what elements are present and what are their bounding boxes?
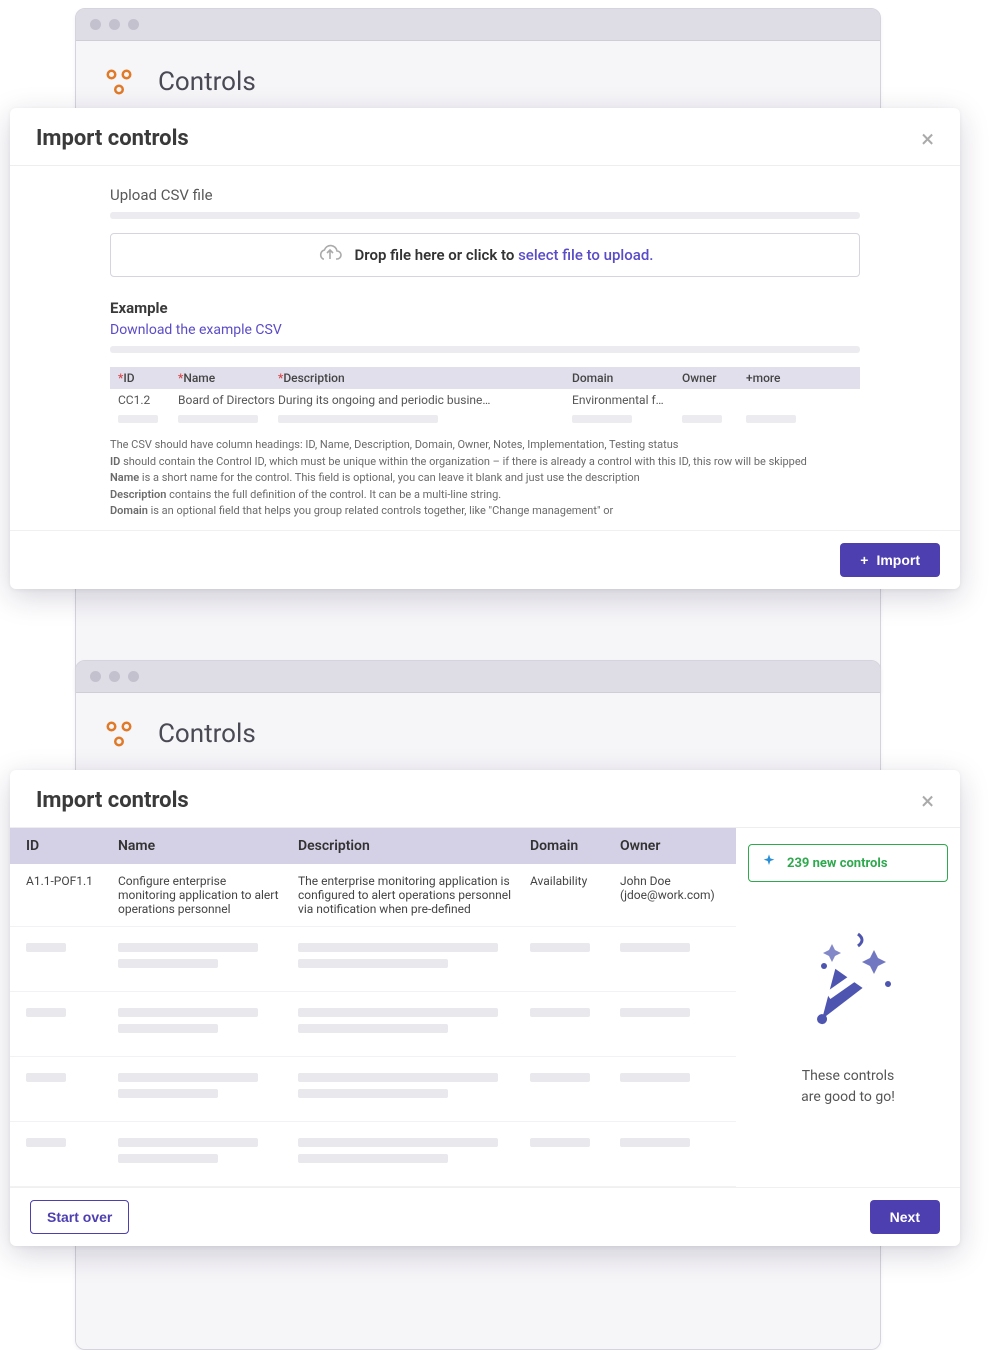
download-example-link[interactable]: Download the example CSV <box>110 322 282 338</box>
cell-owner: John Doe (jdoe@work.com) <box>620 874 720 916</box>
import-controls-modal: Import controls × Upload CSV file Drop f… <box>10 108 960 589</box>
col-name: Name <box>178 371 278 385</box>
party-popper-icon <box>788 922 908 1046</box>
cloud-upload-icon <box>317 242 343 268</box>
traffic-lights <box>90 19 139 30</box>
csv-help-text: The CSV should have column headings: ID,… <box>110 437 860 520</box>
page-title: Controls <box>158 67 256 97</box>
badge-text: 239 new controls <box>787 856 888 871</box>
table-row: A1.1-POF1.1 Configure enterprise monitor… <box>10 864 736 927</box>
file-dropzone[interactable]: Drop file here or click to select file t… <box>110 233 860 277</box>
next-button[interactable]: Next <box>870 1200 940 1234</box>
traffic-lights <box>90 671 139 682</box>
cell-name: Configure enterprise monitoring applicat… <box>118 874 298 916</box>
cell-name: Board of Directors <box>178 393 278 407</box>
summary-panel: 239 new controls <box>736 828 960 1187</box>
page-title: Controls <box>158 719 256 749</box>
divider <box>110 346 860 353</box>
placeholder-row <box>10 1057 736 1122</box>
upload-label: Upload CSV file <box>110 186 860 204</box>
col-id: ID <box>118 371 178 385</box>
cell-description: The enterprise monitoring application is… <box>298 874 530 916</box>
placeholder-row <box>10 927 736 992</box>
table-row: CC1.2 Board of Directors During its ongo… <box>110 389 860 411</box>
cell-domain: Environmental f… <box>572 393 682 407</box>
controls-app-icon <box>104 67 134 97</box>
import-button[interactable]: + Import <box>840 543 940 577</box>
start-over-button[interactable]: Start over <box>30 1200 129 1234</box>
example-table: ID Name Description Domain Owner +more C… <box>110 367 860 427</box>
window-titlebar <box>76 661 880 693</box>
preview-table: ID Name Description Domain Owner A1.1-PO… <box>10 828 736 1187</box>
sparkle-icon <box>761 853 777 873</box>
modal-title: Import controls <box>36 126 189 151</box>
col-more: +more <box>746 371 806 385</box>
cell-description: During its ongoing and periodic busine… <box>278 393 572 407</box>
col-domain: Domain <box>530 838 620 854</box>
placeholder-row <box>10 1122 736 1187</box>
col-description: Description <box>298 838 530 854</box>
celebrate-text: These controls are good to go! <box>801 1066 895 1108</box>
cell-domain: Availability <box>530 874 620 916</box>
import-preview-modal: Import controls × ID Name Description Do… <box>10 770 960 1246</box>
window-titlebar <box>76 9 880 41</box>
col-owner: Owner <box>620 838 720 854</box>
select-file-link[interactable]: select file to upload. <box>518 246 653 264</box>
divider <box>110 212 860 219</box>
col-name: Name <box>118 838 298 854</box>
table-header: ID Name Description Domain Owner <box>10 828 736 864</box>
col-domain: Domain <box>572 371 682 385</box>
col-description: Description <box>278 371 572 385</box>
placeholder-row <box>10 992 736 1057</box>
modal-title: Import controls <box>36 788 189 813</box>
close-icon[interactable]: × <box>921 789 934 813</box>
dropzone-text: Drop file here or click to select file t… <box>355 246 654 264</box>
controls-app-icon <box>104 719 134 749</box>
dropzone-prefix: Drop file here or click to <box>355 246 519 264</box>
help-line: The CSV should have column headings: ID,… <box>110 437 860 454</box>
placeholder-row <box>110 411 860 427</box>
plus-icon: + <box>860 552 868 568</box>
new-controls-badge: 239 new controls <box>748 844 948 882</box>
example-heading: Example <box>110 299 860 317</box>
table-header: ID Name Description Domain Owner +more <box>110 367 860 389</box>
cell-id: CC1.2 <box>118 393 178 407</box>
cell-id: A1.1-POF1.1 <box>26 874 118 916</box>
close-icon[interactable]: × <box>921 127 934 151</box>
col-owner: Owner <box>682 371 746 385</box>
col-id: ID <box>26 838 118 854</box>
import-button-label: Import <box>876 552 920 568</box>
